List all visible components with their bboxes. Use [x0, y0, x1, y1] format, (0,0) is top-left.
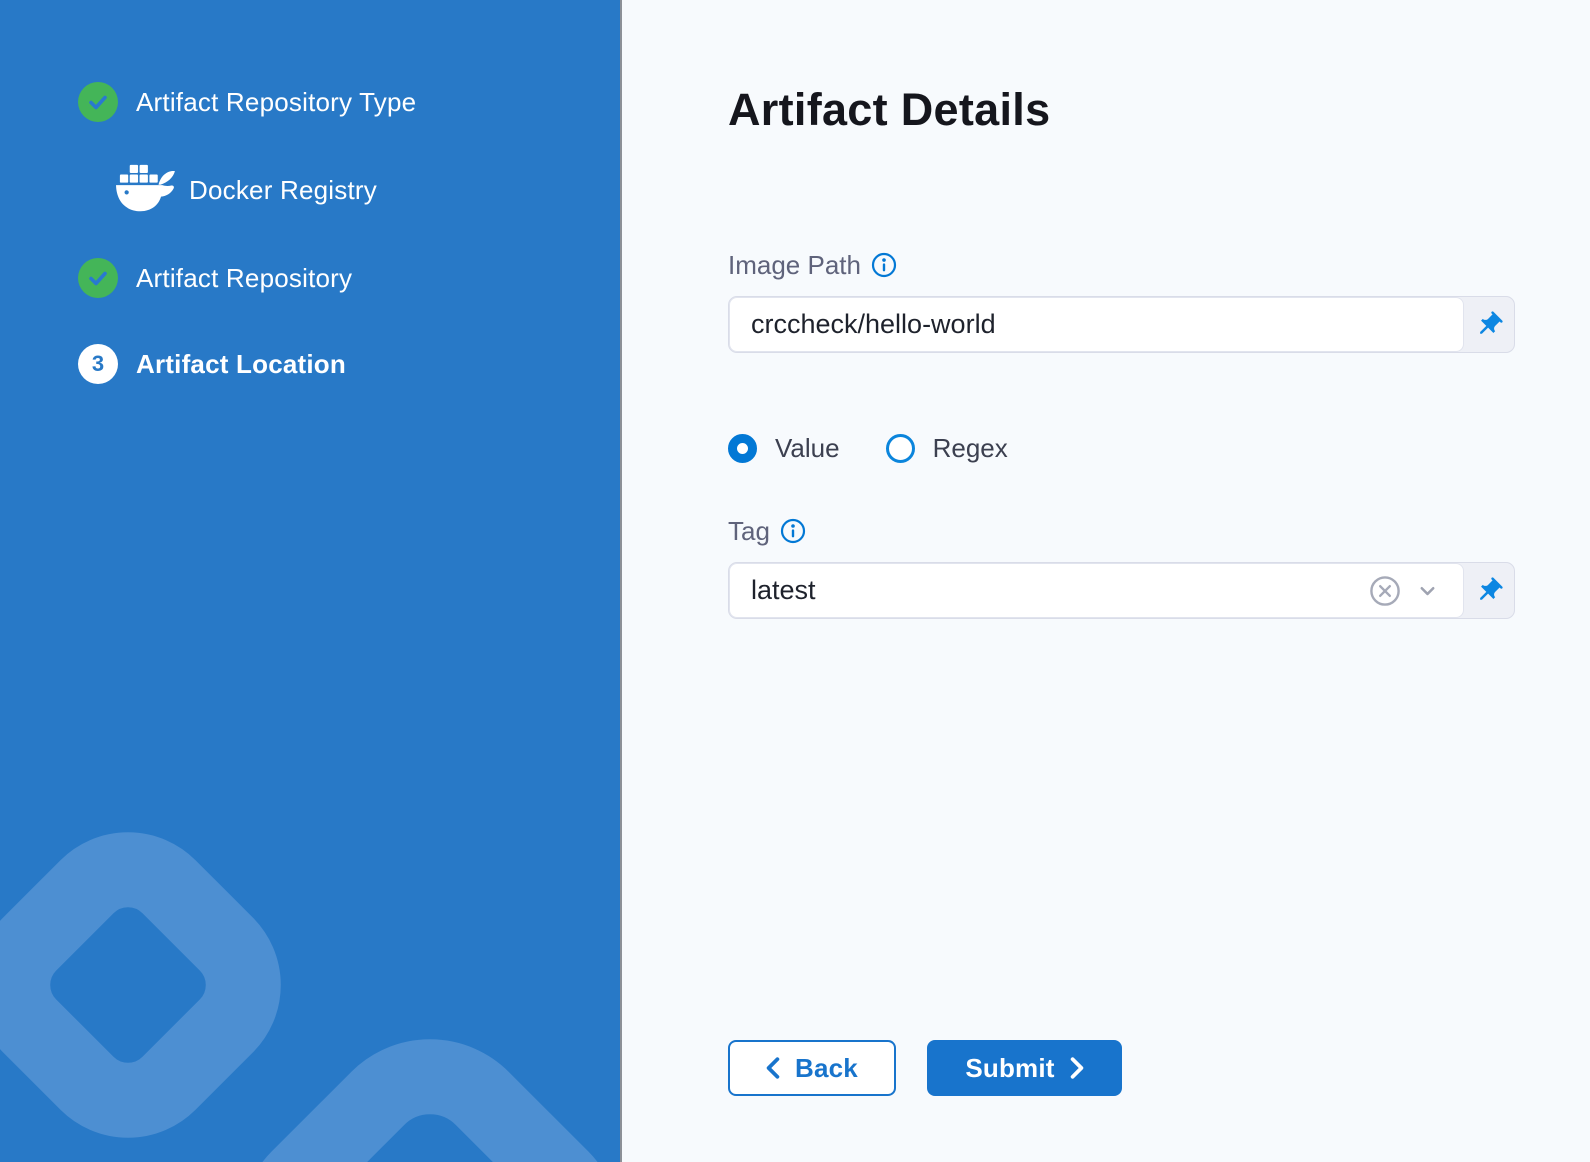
artifact-details-panel: Artifact Details Image Path Value Regex	[622, 0, 1590, 1162]
clear-circle-icon	[1368, 574, 1402, 608]
back-button-label: Back	[795, 1053, 858, 1084]
step-artifact-repository[interactable]: Artifact Repository	[78, 258, 620, 298]
tag-pin-button[interactable]	[1464, 563, 1514, 618]
step-complete-badge	[78, 258, 118, 298]
radio-option-regex[interactable]: Regex	[886, 433, 1008, 464]
tag-label: Tag	[728, 516, 770, 547]
docker-whale-icon	[113, 162, 177, 218]
image-path-label: Image Path	[728, 250, 861, 281]
radio-option-value[interactable]: Value	[728, 433, 840, 464]
radio-regex-label: Regex	[933, 433, 1008, 464]
submit-button[interactable]: Submit	[927, 1040, 1122, 1096]
submit-button-label: Submit	[965, 1053, 1054, 1084]
step-number-badge: 3	[78, 344, 118, 384]
wizard-footer: Back Submit	[728, 1040, 1122, 1096]
step-artifact-location[interactable]: 3 Artifact Location	[78, 344, 620, 384]
substep-docker-registry[interactable]: Docker Registry	[113, 162, 620, 218]
radio-unselected-icon[interactable]	[886, 434, 915, 463]
step-label: Artifact Repository Type	[136, 87, 416, 118]
info-icon[interactable]	[871, 252, 897, 278]
back-button[interactable]: Back	[728, 1040, 896, 1096]
radio-value-label: Value	[775, 433, 840, 464]
wizard-stepper-sidebar: Artifact Repository Type Docker Registry…	[0, 0, 622, 1162]
image-path-input-wrap	[729, 297, 1464, 352]
image-path-input[interactable]	[751, 309, 1447, 340]
tag-input-group	[728, 562, 1515, 619]
step-artifact-repository-type[interactable]: Artifact Repository Type	[78, 82, 620, 122]
substep-label: Docker Registry	[189, 175, 377, 206]
step-label: Artifact Location	[136, 349, 346, 380]
pin-icon	[1474, 576, 1504, 606]
image-path-pin-button[interactable]	[1464, 297, 1514, 352]
chevron-right-icon	[1070, 1057, 1084, 1079]
tag-input[interactable]	[751, 575, 1363, 606]
image-path-input-group	[728, 296, 1515, 353]
check-icon	[86, 90, 110, 114]
check-icon	[86, 266, 110, 290]
image-path-label-row: Image Path	[728, 250, 1590, 280]
info-icon[interactable]	[780, 518, 806, 544]
pin-icon	[1474, 310, 1504, 340]
step-label: Artifact Repository	[136, 263, 352, 294]
chevron-down-icon	[1415, 578, 1440, 603]
brand-watermark	[0, 762, 620, 1162]
chevron-left-icon	[766, 1057, 780, 1079]
tag-input-wrap	[729, 563, 1464, 618]
tag-clear-button[interactable]	[1363, 574, 1407, 608]
tag-dropdown-button[interactable]	[1407, 578, 1447, 603]
radio-selected-icon[interactable]	[728, 434, 757, 463]
page-title: Artifact Details	[728, 84, 1590, 136]
tag-mode-radio-group: Value Regex	[728, 433, 1590, 464]
step-complete-badge	[78, 82, 118, 122]
tag-label-row: Tag	[728, 516, 1590, 546]
